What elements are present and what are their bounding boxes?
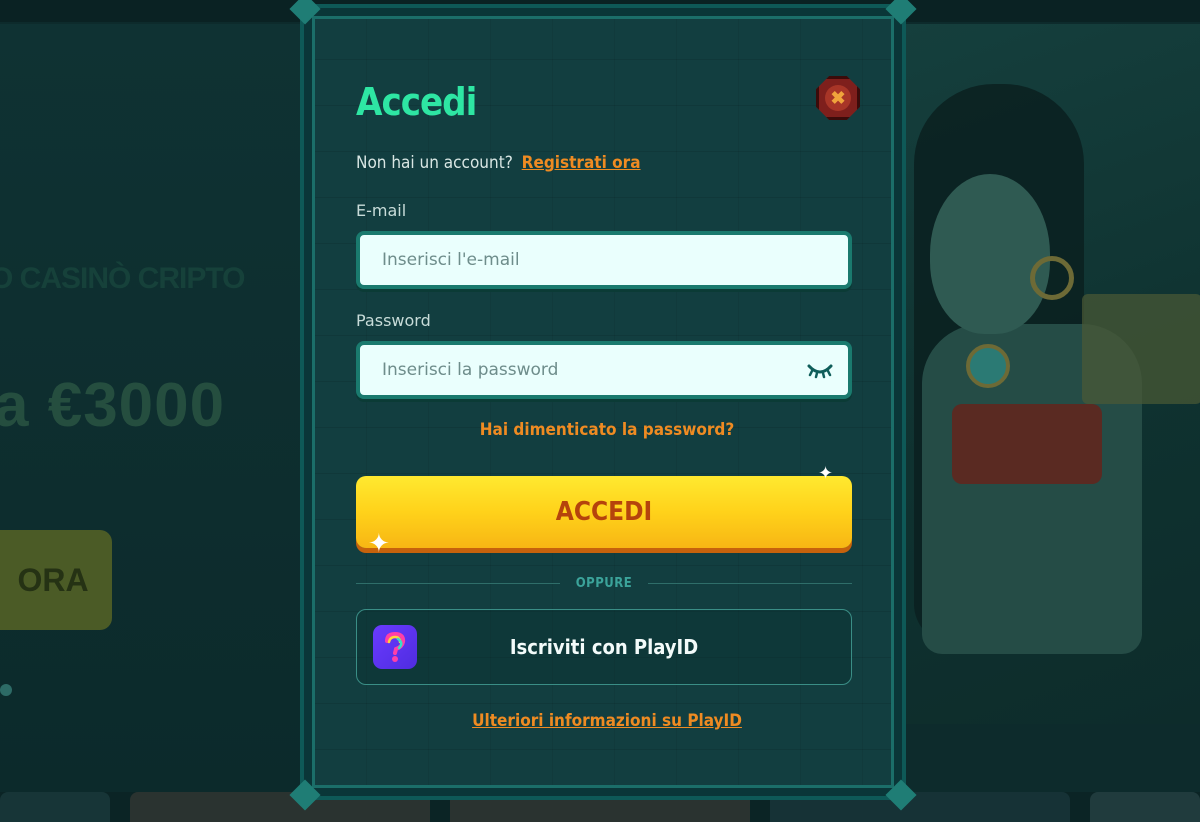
close-icon: ✖ [825,85,851,111]
password-field-wrapper [356,341,852,399]
signup-prompt-row: Non hai un account? Registrati ora [356,153,641,173]
background-promo-text: O CASINÒ CRIPTO [0,262,245,295]
modal-title: Accedi [356,80,477,124]
password-label: Password [356,311,431,330]
sparkle-icon: ✦ [368,528,390,558]
playid-info-link[interactable]: Ulteriori informazioni su PlayID [304,711,910,731]
password-field[interactable] [360,345,848,395]
close-button[interactable]: ✖ [816,76,860,120]
register-link[interactable]: Registrati ora [522,153,641,173]
email-label: E-mail [356,201,407,220]
background-cta-button: ORA [0,530,112,630]
forgot-password-link[interactable]: Hai dimenticato la password? [304,420,910,440]
playid-signup-button[interactable]: Iscriviti con PlayID [356,609,852,685]
background-game-card [1090,792,1200,822]
signup-prompt-text: Non hai un account? [356,153,513,173]
password-visibility-toggle[interactable] [806,358,834,382]
background-game-card [0,792,110,822]
playid-logo-icon [373,625,417,669]
or-divider: OPPURE [356,575,853,591]
sparkle-icon: ✦ [818,463,834,483]
login-modal: Accedi ✖ Non hai un account? Registrati … [289,4,917,811]
playid-label: Iscriviti con PlayID [509,635,699,659]
email-field-wrapper [356,231,852,289]
background-bonus-amount: a €3000 [0,371,226,440]
divider-text: OPPURE [575,575,633,591]
eye-closed-icon [807,364,833,379]
background-carousel-dot [0,684,12,696]
login-submit-button[interactable]: ACCEDI [356,476,852,548]
background-hero-art [902,24,1200,724]
email-field[interactable] [360,235,848,285]
